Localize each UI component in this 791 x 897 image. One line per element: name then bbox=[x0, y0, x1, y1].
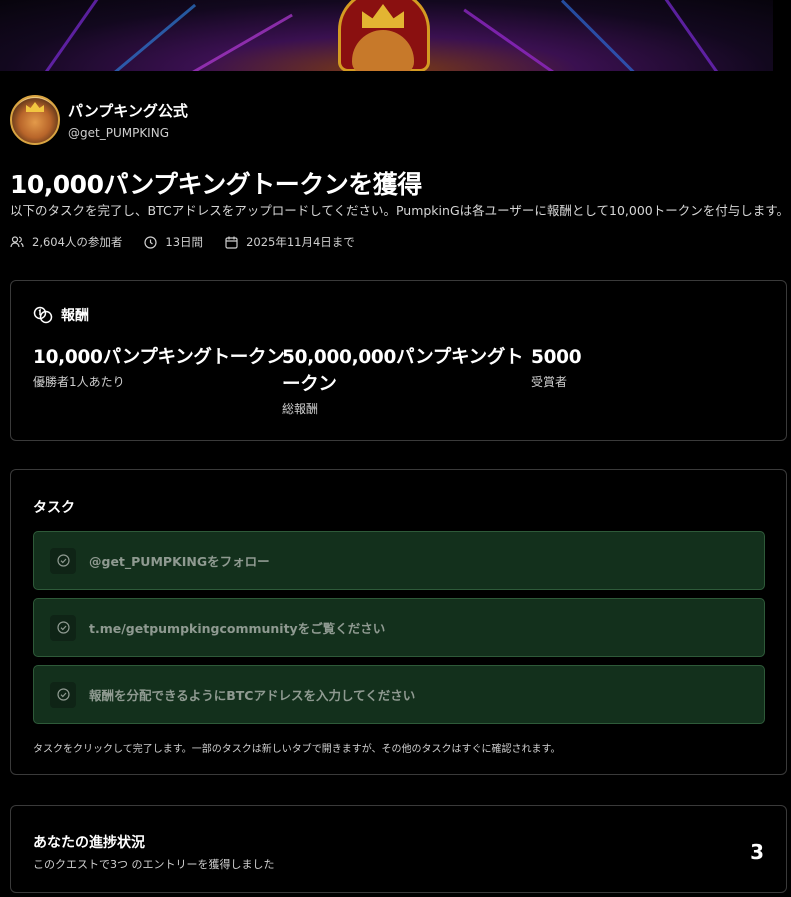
deadline-info: 2025年11月4日まで bbox=[225, 234, 355, 250]
task-item-telegram[interactable]: t.me/getpumpkingcommunityをご覧ください bbox=[33, 598, 765, 657]
reward-recipients: 5000 受賞者 bbox=[531, 344, 582, 390]
progress-subtitle: このクエストで3つ のエントリーを獲得しました bbox=[33, 858, 275, 871]
quest-meta: 2,604人の参加者 13日間 2025年11月4日まで bbox=[10, 234, 377, 250]
profile-name[interactable]: パンプキング公式 bbox=[68, 101, 188, 121]
check-circle-icon bbox=[50, 547, 76, 574]
tasks-card: タスク @get_PUMPKINGをフォロー t.me/getpumpkingc… bbox=[10, 469, 787, 775]
duration-info: 13日間 bbox=[144, 234, 203, 250]
participants-count: 2,604人の参加者 bbox=[32, 235, 123, 249]
profile-header[interactable]: パンプキング公式 @get_PUMPKING bbox=[10, 95, 188, 145]
task-label: @get_PUMPKINGをフォロー bbox=[89, 554, 270, 569]
task-label: t.me/getpumpkingcommunityをご覧ください bbox=[89, 621, 386, 636]
avatar[interactable] bbox=[10, 95, 60, 145]
reward-total: 50,000,000パンプキングト ークン 総報酬 bbox=[282, 344, 524, 417]
reward-total-value-line2: ークン bbox=[282, 374, 337, 395]
reward-per-winner-value: 10,000パンプキングトークン bbox=[33, 347, 285, 368]
tasks-note: タスクをクリックして完了します。一部のタスクは新しいタブで開きますが、その他のタ… bbox=[33, 744, 561, 755]
tasks-heading: タスク bbox=[33, 500, 75, 516]
progress-heading: あなたの進捗状況 bbox=[33, 835, 145, 851]
task-label: 報酬を分配できるようにBTCアドレスを入力してください bbox=[89, 688, 416, 703]
task-item-follow[interactable]: @get_PUMPKINGをフォロー bbox=[33, 531, 765, 590]
reward-per-winner-label: 優勝者1人あたり bbox=[33, 375, 125, 389]
progress-card: あなたの進捗状況 このクエストで3つ のエントリーを獲得しました 3 bbox=[10, 805, 787, 893]
reward-total-label: 総報酬 bbox=[282, 402, 319, 416]
rewards-heading: 報酬 bbox=[61, 308, 89, 324]
deadline-text: 2025年11月4日まで bbox=[246, 235, 355, 249]
calendar-icon bbox=[225, 236, 238, 249]
clock-icon bbox=[144, 235, 158, 249]
profile-handle: @get_PUMPKING bbox=[68, 125, 169, 140]
banner-image bbox=[0, 0, 773, 71]
rewards-card: 報酬 10,000パンプキングトークン 優勝者1人あたり 50,000,000パ… bbox=[10, 280, 787, 441]
reward-total-value-line1: 50,000,000パンプキングト bbox=[282, 347, 524, 368]
page-title: 10,000パンプキングトークンを獲得 bbox=[10, 170, 422, 199]
quest-description: 以下のタスクを完了し、BTCアドレスをアップロードしてください。PumpkinG… bbox=[10, 203, 789, 218]
duration-text: 13日間 bbox=[165, 235, 204, 249]
users-icon bbox=[10, 236, 24, 248]
check-circle-icon bbox=[50, 614, 76, 641]
check-circle-icon bbox=[50, 681, 76, 708]
participants-info: 2,604人の参加者 bbox=[10, 234, 122, 250]
reward-recipients-label: 受賞者 bbox=[531, 375, 568, 389]
reward-recipients-value: 5000 bbox=[531, 347, 582, 368]
entry-count: 3 bbox=[750, 840, 764, 864]
coins-icon bbox=[33, 306, 53, 324]
task-item-btc-address[interactable]: 報酬を分配できるようにBTCアドレスを入力してください bbox=[33, 665, 765, 724]
reward-per-winner: 10,000パンプキングトークン 優勝者1人あたり bbox=[33, 344, 285, 390]
